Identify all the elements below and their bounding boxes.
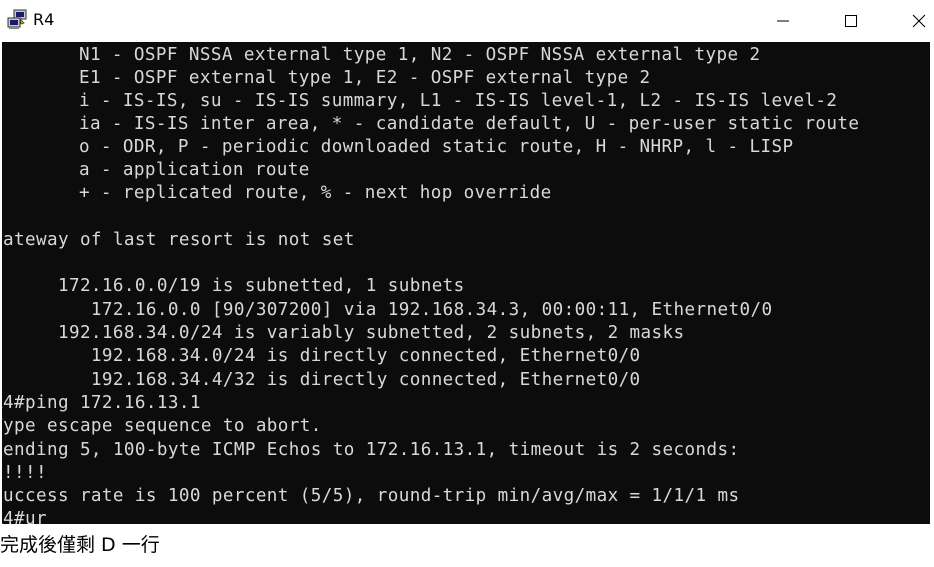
maximize-button[interactable] (828, 0, 874, 42)
terminal-line: R4#ping 172.16.13.1 (2, 393, 201, 413)
terminal-window: R4 N1 - OSPF NSSA external type 1, N2 - … (0, 0, 934, 524)
window-border (930, 42, 934, 524)
caption-text: 完成後僅剩 D 一行 (0, 534, 160, 556)
terminal-line: 192.168.34.0/24 is variably subnetted, 2… (2, 323, 685, 343)
maximize-icon (845, 15, 857, 27)
minimize-icon (777, 20, 789, 22)
terminal-prompt-line: R4#ur (2, 509, 47, 524)
terminal-line: C 192.168.34.0/24 is directly connected,… (2, 346, 641, 366)
terminal-line: o - ODR, P - periodic downloaded static … (2, 137, 794, 157)
terminal-line: Sending 5, 100-byte ICMP Echos to 172.16… (2, 440, 740, 460)
title-bar[interactable]: R4 (0, 0, 934, 42)
terminal-line: Success rate is 100 percent (5/5), round… (2, 486, 740, 506)
window-title: R4 (33, 10, 55, 29)
terminal-line: L 192.168.34.4/32 is directly connected,… (2, 370, 641, 390)
terminal-line: N1 - OSPF NSSA external type 1, N2 - OSP… (2, 45, 761, 65)
putty-terminal-icon[interactable] (6, 9, 28, 31)
terminal-line: i - IS-IS, su - IS-IS summary, L1 - IS-I… (2, 91, 838, 111)
terminal-line: D 172.16.0.0 [90/307200] via 192.168.34.… (2, 300, 773, 320)
close-button[interactable] (896, 0, 934, 42)
terminal-console[interactable]: N1 - OSPF NSSA external type 1, N2 - OSP… (2, 42, 930, 524)
minimize-button[interactable] (760, 0, 806, 42)
terminal-line: 172.16.0.0/19 is subnetted, 1 subnets (2, 276, 465, 296)
close-icon (912, 14, 926, 28)
terminal-line: ia - IS-IS inter area, * - candidate def… (2, 114, 860, 134)
terminal-line: Type escape sequence to abort. (2, 416, 322, 436)
terminal-line: !!!!! (2, 463, 47, 483)
terminal-line: Gateway of last resort is not set (2, 230, 355, 250)
terminal-line: a - application route (2, 160, 310, 180)
terminal-line: + - replicated route, % - next hop overr… (2, 183, 552, 203)
terminal-line: E1 - OSPF external type 1, E2 - OSPF ext… (2, 68, 651, 88)
